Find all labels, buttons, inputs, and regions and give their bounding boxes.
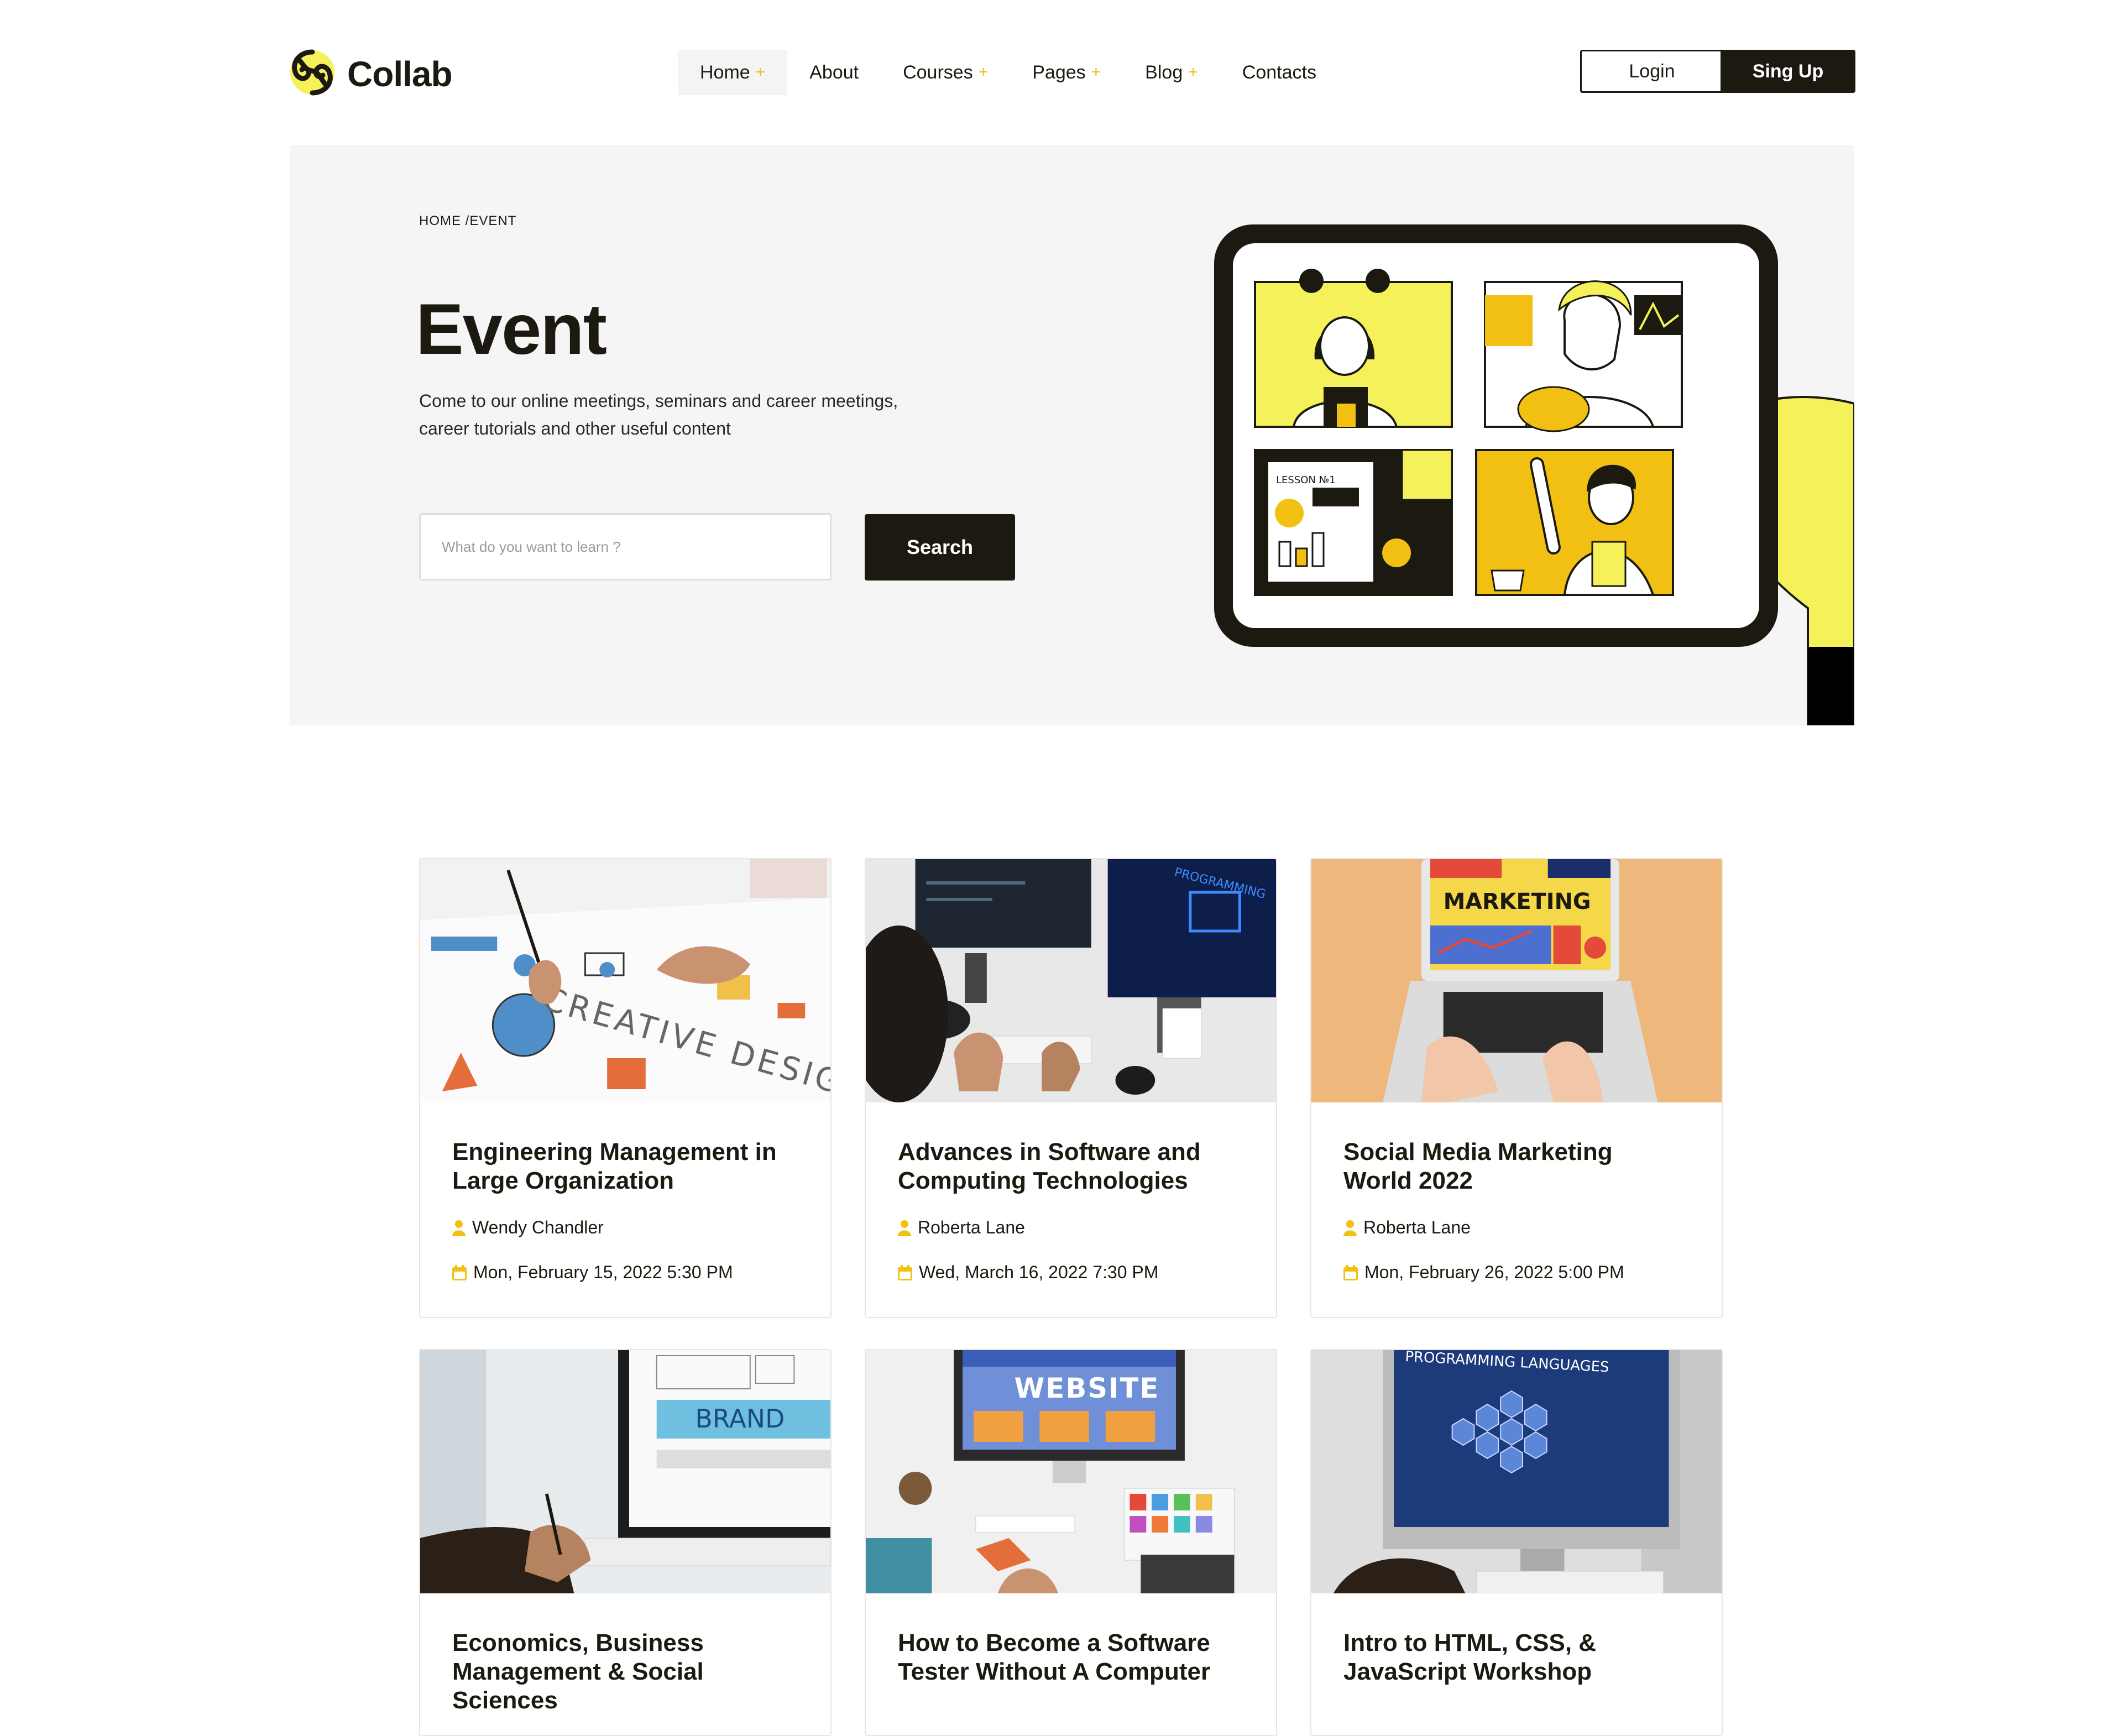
user-icon — [898, 1220, 911, 1236]
event-author: Roberta Lane — [1343, 1217, 1690, 1238]
submenu-plus-icon: + — [1188, 63, 1198, 81]
breadcrumb[interactable]: HOME /EVENT — [419, 213, 516, 229]
brand-name[interactable]: Collab — [347, 53, 453, 95]
event-image-programming: PROGRAMMING — [866, 859, 1276, 1102]
signup-button[interactable]: Sing Up — [1721, 50, 1855, 93]
page-title: Event — [416, 289, 607, 369]
event-author: Wendy Chandler — [452, 1217, 798, 1238]
event-date: Wed, March 16, 2022 7:30 PM — [898, 1262, 1244, 1283]
tablet-video-call-illustration: LESSON №1 — [1214, 224, 1854, 725]
image-text: MARKETING — [1444, 889, 1591, 914]
event-card[interactable]: PROGRAMMING Advances in Software and Comp… — [865, 858, 1277, 1318]
event-card[interactable]: MARKETING Social Media Marketing World 20… — [1310, 858, 1723, 1318]
nav-item-pages[interactable]: Pages + — [1010, 50, 1123, 95]
event-title[interactable]: How to Become a Software Tester Without A… — [898, 1629, 1244, 1686]
nav-item-about[interactable]: About — [787, 50, 881, 95]
search-button[interactable]: Search — [865, 514, 1015, 581]
login-button[interactable]: Login — [1580, 50, 1724, 93]
image-text: WEBSITE — [1015, 1372, 1160, 1404]
event-image-brand: BRAND — [420, 1350, 830, 1593]
collab-logo-icon[interactable] — [287, 48, 337, 97]
event-card[interactable]: CREATIVE DESIGN Engineering Management i… — [419, 858, 832, 1318]
event-title[interactable]: Intro to HTML, CSS, & JavaScript Workshop — [1343, 1629, 1690, 1686]
calendar-icon — [898, 1264, 912, 1280]
event-card[interactable]: PROGRAMMING LANGUAGES Intro to HTML, CSS… — [1310, 1349, 1723, 1736]
submenu-plus-icon: + — [978, 63, 989, 81]
event-author: Roberta Lane — [898, 1217, 1244, 1238]
nav-item-contacts[interactable]: Contacts — [1220, 50, 1338, 95]
user-icon — [452, 1220, 466, 1236]
event-card[interactable]: BRAND Economics, Business Management & So… — [419, 1349, 832, 1736]
event-date: Mon, February 26, 2022 5:00 PM — [1343, 1262, 1690, 1283]
submenu-plus-icon: + — [1091, 63, 1101, 81]
nav-item-home[interactable]: Home + — [678, 50, 788, 95]
lesson-label: LESSON №1 — [1276, 474, 1336, 486]
event-image-programming-languages: PROGRAMMING LANGUAGES — [1311, 1350, 1722, 1593]
hero-description: Come to our online meetings, seminars an… — [419, 391, 898, 438]
search-input[interactable]: What do you want to learn ? — [419, 513, 832, 581]
event-title[interactable]: Social Media Marketing World 2022 — [1343, 1138, 1690, 1195]
main-nav: Home + About Courses + Pages + Blog + Contac… — [678, 50, 1338, 95]
event-title[interactable]: Advances in Software and Computing Techno… — [898, 1138, 1244, 1195]
user-icon — [1343, 1220, 1357, 1236]
event-image-creative-design: CREATIVE DESIGN — [420, 859, 830, 1102]
event-date: Mon, February 15, 2022 5:30 PM — [452, 1262, 798, 1283]
event-image-website: WEBSITE — [866, 1350, 1276, 1593]
event-title[interactable]: Engineering Management in Large Organizat… — [452, 1138, 798, 1195]
nav-item-blog[interactable]: Blog + — [1123, 50, 1220, 95]
event-card[interactable]: WEBSITE How to Become a Software Tester W… — [865, 1349, 1277, 1736]
submenu-plus-icon: + — [755, 63, 766, 81]
calendar-icon — [452, 1264, 467, 1280]
event-image-marketing: MARKETING — [1311, 859, 1722, 1102]
calendar-icon — [1343, 1264, 1358, 1280]
event-title[interactable]: Economics, Business Management & Social S… — [452, 1629, 798, 1715]
image-text: BRAND — [695, 1404, 785, 1434]
nav-item-courses[interactable]: Courses + — [881, 50, 1010, 95]
